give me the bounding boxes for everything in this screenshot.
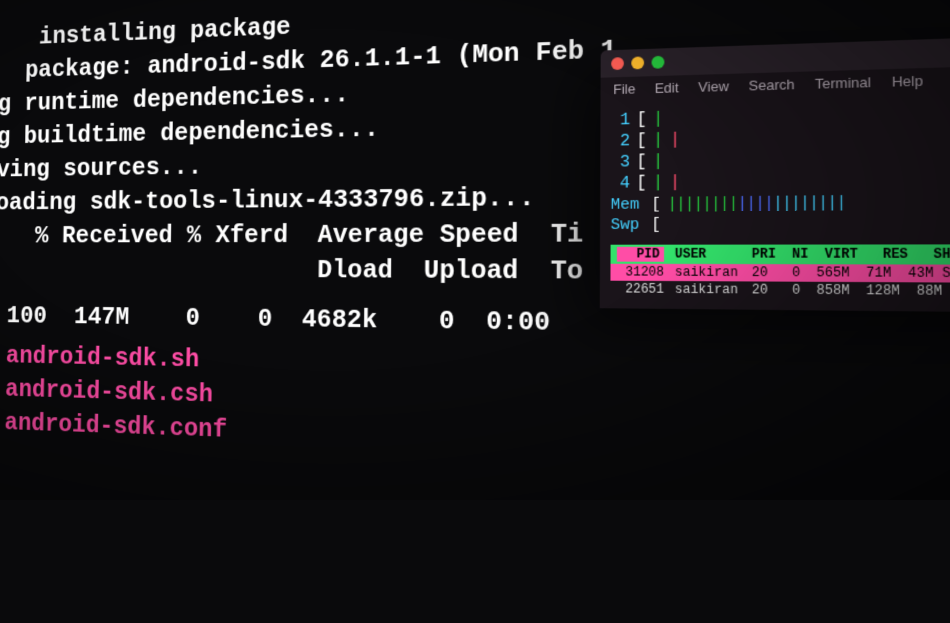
- process-header[interactable]: PID USER PRI NI VIRT RES SHR S CPU% MEM%: [611, 244, 950, 265]
- close-icon[interactable]: [611, 57, 624, 70]
- htop-window: File Edit View Search Terminal Help Task…: [600, 30, 950, 315]
- menu-search[interactable]: Search: [749, 76, 795, 93]
- process-row[interactable]: 22651 saikiran 20 0 858M 128M 88M S 0.7 …: [610, 281, 950, 303]
- menu-help[interactable]: Help: [892, 72, 923, 89]
- menu-terminal[interactable]: Terminal: [815, 74, 871, 92]
- menu-file[interactable]: File: [613, 81, 635, 97]
- menu-edit[interactable]: Edit: [655, 80, 679, 97]
- memory-bar: Mem [|||||||||||||||||||| 2.85G/11.6G: [611, 191, 950, 214]
- menu-view[interactable]: View: [698, 78, 729, 95]
- maximize-icon[interactable]: [652, 56, 665, 69]
- minimize-icon[interactable]: [631, 56, 644, 69]
- swap-bar: Swp [ 0K/0K: [611, 213, 950, 234]
